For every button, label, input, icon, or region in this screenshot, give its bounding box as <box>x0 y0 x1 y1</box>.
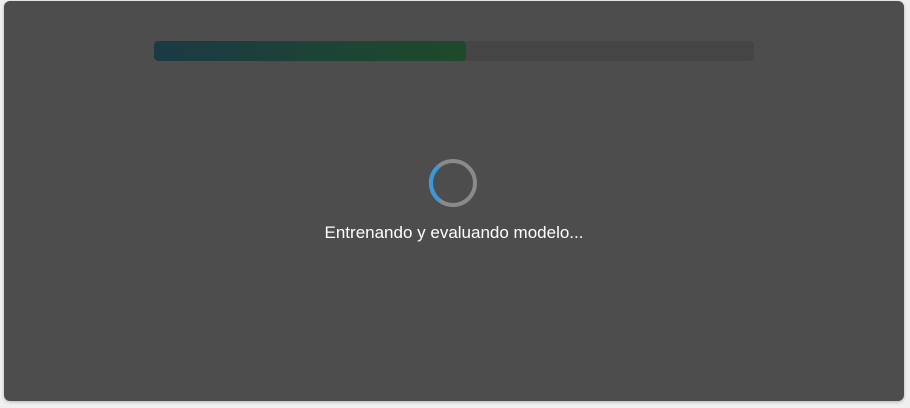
progress-bar <box>154 41 754 61</box>
status-text: Entrenando y evaluando modelo... <box>324 223 584 242</box>
progress-bar-fill <box>154 41 466 61</box>
loading-spinner-icon <box>428 159 477 207</box>
loading-panel: Entrenando y evaluando modelo... <box>4 1 904 401</box>
spinner-arc <box>428 165 441 202</box>
